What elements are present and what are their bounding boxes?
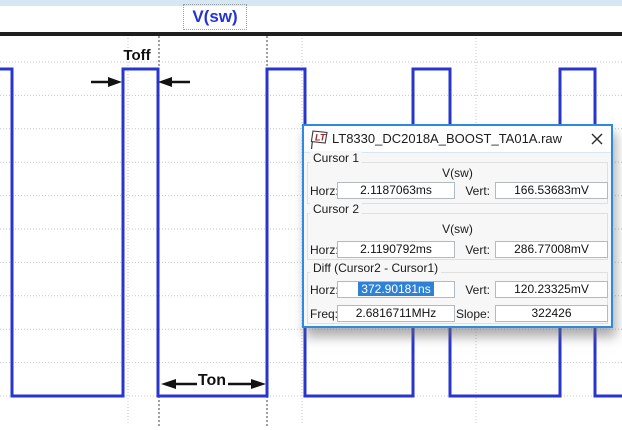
ton-annotation: Ton: [194, 372, 230, 390]
cursor2-vert-field[interactable]: 286.77008mV: [495, 241, 608, 258]
cursor2-group-label: Cursor 2: [310, 202, 362, 216]
lt-logo-letters: LT: [315, 133, 327, 143]
cursor-dialog: LT LT8330_DC2018A_BOOST_TA01A.raw Cursor…: [302, 124, 613, 328]
diff-vert-label: Vert:: [438, 283, 490, 297]
diff-slope-field[interactable]: 322426: [495, 305, 608, 322]
cursor1-vert-label: Vert:: [438, 184, 490, 198]
diff-slope-label: Slope:: [438, 307, 490, 321]
toff-annotation: Toff: [114, 47, 160, 64]
lt-flag-logo-icon: LT: [309, 129, 329, 150]
diff-group-label: Diff (Cursor2 - Cursor1): [310, 261, 441, 275]
cursor2-signal-name: V(sw): [324, 222, 591, 236]
cursor2-vert-label: Vert:: [438, 243, 490, 257]
dialog-titlebar[interactable]: LT LT8330_DC2018A_BOOST_TA01A.raw: [304, 126, 611, 153]
diff-horz-selected-value: 372.90181ns: [358, 282, 433, 296]
cursor1-vert-field[interactable]: 166.53683mV: [495, 182, 608, 199]
toff-arrows: [91, 77, 190, 87]
cursor1-signal-name: V(sw): [324, 166, 591, 180]
cursor-lines[interactable]: [159, 36, 267, 427]
diff-vert-field[interactable]: 120.23325mV: [495, 281, 608, 298]
close-icon[interactable]: [589, 131, 605, 147]
dialog-title: LT8330_DC2018A_BOOST_TA01A.raw: [332, 126, 562, 152]
waveform-viewer: V(sw) Toff Ton LT LT8330_DC2018A_BO: [0, 0, 622, 430]
cursor1-group-label: Cursor 1: [310, 151, 362, 165]
